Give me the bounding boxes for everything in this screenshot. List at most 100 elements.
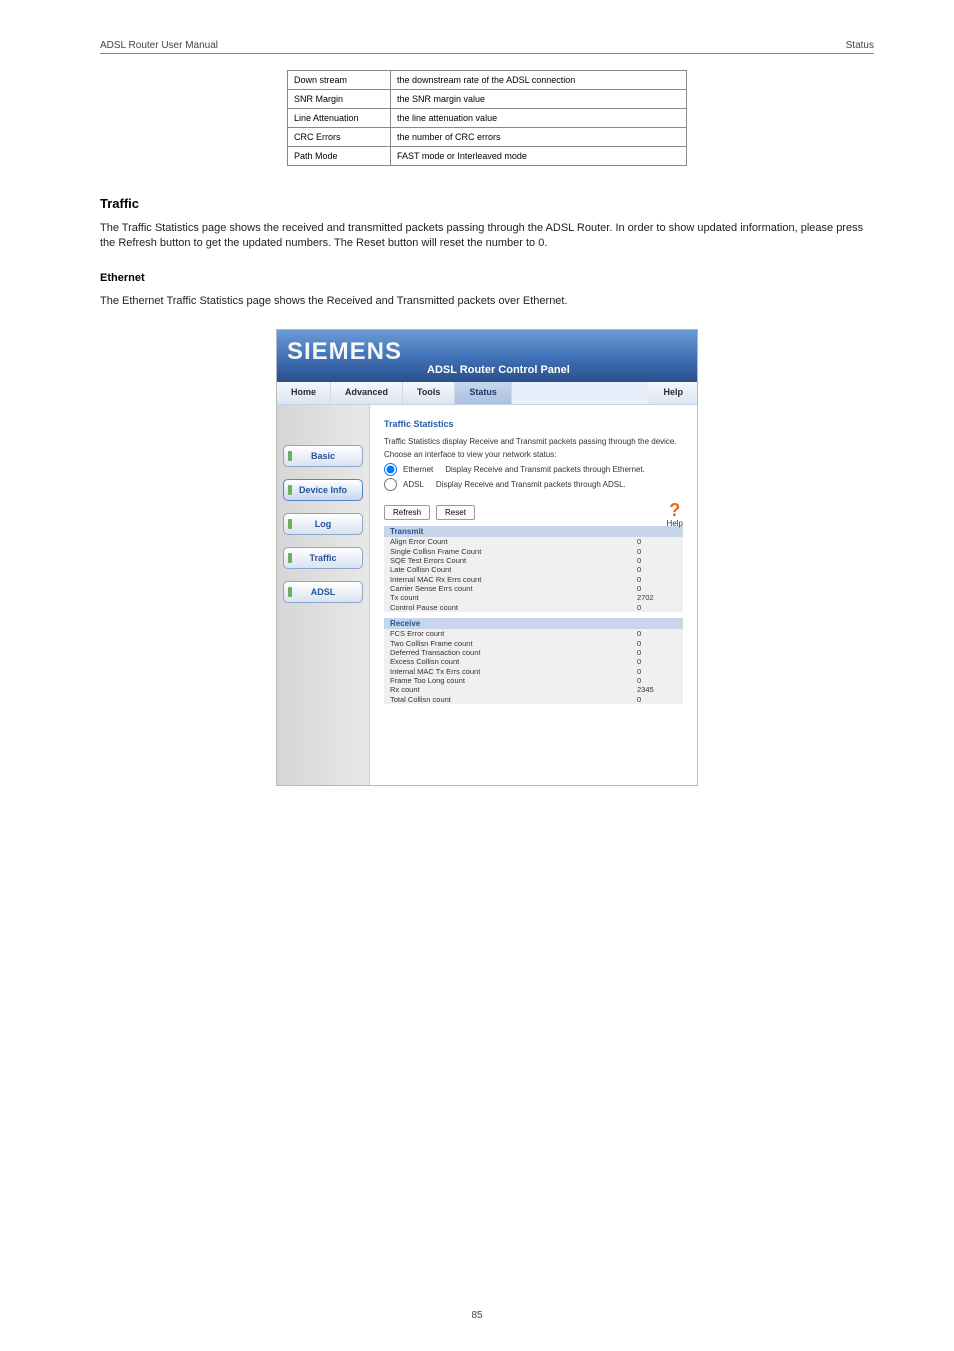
- receive-table: FCS Error count0Two Collisn Frame count0…: [384, 629, 683, 704]
- traffic-intro-text: The Traffic Statistics page shows the re…: [100, 221, 874, 252]
- nav-tools[interactable]: Tools: [403, 382, 455, 404]
- param-desc: the number of CRC errors: [391, 128, 687, 147]
- help-icon-label: Help: [667, 519, 683, 528]
- traffic-heading: Traffic: [100, 196, 874, 211]
- transmit-table: Align Error Count0Single Collisn Frame C…: [384, 537, 683, 612]
- receive-row: Two Collisn Frame count0: [384, 639, 683, 648]
- stat-value: 0: [631, 657, 683, 666]
- sidebar-log-label: Log: [315, 519, 332, 529]
- stat-label: FCS Error count: [384, 629, 631, 638]
- header-rule: [100, 53, 874, 54]
- stat-value: 0: [631, 648, 683, 657]
- transmit-header: Transmit: [384, 526, 683, 537]
- param-desc: the SNR margin value: [391, 90, 687, 109]
- stat-label: Control Pause count: [384, 603, 631, 612]
- sidebar-traffic[interactable]: Traffic: [283, 547, 363, 569]
- table-row: CRC Errorsthe number of CRC errors: [288, 128, 687, 147]
- stat-value: 0: [631, 547, 683, 556]
- stat-label: Excess Collisn count: [384, 657, 631, 666]
- stat-value: 0: [631, 556, 683, 565]
- router-main: Traffic Statistics Traffic Statistics di…: [369, 405, 697, 785]
- transmit-row: Carrier Sense Errs count0: [384, 584, 683, 593]
- transmit-row: Tx count2702: [384, 593, 683, 602]
- stat-label: Carrier Sense Errs count: [384, 584, 631, 593]
- page-number: 85: [0, 1310, 954, 1321]
- transmit-row: Single Collisn Frame Count0: [384, 547, 683, 556]
- table-row: Path ModeFAST mode or Interleaved mode: [288, 147, 687, 166]
- param-desc: the downstream rate of the ADSL connecti…: [391, 71, 687, 90]
- transmit-row: Late Collisn Count0: [384, 565, 683, 574]
- stat-value: 0: [631, 603, 683, 612]
- stat-value: 0: [631, 537, 683, 546]
- stat-label: Total Collisn count: [384, 695, 631, 704]
- receive-row: Excess Collisn count0: [384, 657, 683, 666]
- nav-help[interactable]: Help: [649, 382, 697, 404]
- table-row: Line Attenuationthe line attenuation val…: [288, 109, 687, 128]
- sidebar-basic[interactable]: Basic: [283, 445, 363, 467]
- nav-status[interactable]: Status: [455, 382, 512, 404]
- transmit-row: SQE Test Errors Count0: [384, 556, 683, 565]
- adsl-radio-label: ADSL: [403, 480, 424, 489]
- top-nav: Home Advanced Tools Status Help: [277, 382, 697, 405]
- content-title: Traffic Statistics: [384, 419, 683, 429]
- param-name: Path Mode: [288, 147, 391, 166]
- param-name: SNR Margin: [288, 90, 391, 109]
- ethernet-radio[interactable]: [384, 463, 397, 476]
- stat-label: Two Collisn Frame count: [384, 639, 631, 648]
- stat-label: Deferred Transaction count: [384, 648, 631, 657]
- sidebar-basic-label: Basic: [311, 451, 335, 461]
- ethernet-intro-text: The Ethernet Traffic Statistics page sho…: [100, 294, 874, 309]
- help-icon[interactable]: ? Help: [667, 501, 683, 528]
- receive-header: Receive: [384, 618, 683, 629]
- stat-value: 2345: [631, 685, 683, 694]
- param-name: CRC Errors: [288, 128, 391, 147]
- transmit-row: Control Pause count0: [384, 603, 683, 612]
- sidebar-adsl-label: ADSL: [311, 587, 336, 597]
- adsl-radio-desc: Display Receive and Transmit packets thr…: [436, 480, 626, 489]
- stat-value: 0: [631, 575, 683, 584]
- table-row: Down streamthe downstream rate of the AD…: [288, 71, 687, 90]
- nav-home[interactable]: Home: [277, 382, 331, 404]
- nav-advanced[interactable]: Advanced: [331, 382, 403, 404]
- stat-value: 2702: [631, 593, 683, 602]
- router-screenshot: SIEMENS ADSL Router Control Panel Home A…: [276, 329, 698, 786]
- receive-row: Deferred Transaction count0: [384, 648, 683, 657]
- ethernet-heading: Ethernet: [100, 272, 874, 284]
- sidebar: Basic Device Info Log Traffic ADSL: [277, 405, 369, 785]
- param-desc: FAST mode or Interleaved mode: [391, 147, 687, 166]
- stat-label: Internal MAC Rx Errs count: [384, 575, 631, 584]
- doc-title-left: ADSL Router User Manual: [100, 40, 218, 51]
- sidebar-device-label: Device Info: [299, 485, 347, 495]
- receive-row: Total Collisn count0: [384, 695, 683, 704]
- stat-label: Frame Too Long count: [384, 676, 631, 685]
- stat-label: SQE Test Errors Count: [384, 556, 631, 565]
- sidebar-device-info[interactable]: Device Info: [283, 479, 363, 501]
- transmit-row: Align Error Count0: [384, 537, 683, 546]
- sidebar-log[interactable]: Log: [283, 513, 363, 535]
- reset-button[interactable]: Reset: [436, 505, 475, 520]
- stat-value: 0: [631, 667, 683, 676]
- stat-value: 0: [631, 565, 683, 574]
- param-name: Line Attenuation: [288, 109, 391, 128]
- sidebar-adsl[interactable]: ADSL: [283, 581, 363, 603]
- param-name: Down stream: [288, 71, 391, 90]
- table-row: SNR Marginthe SNR margin value: [288, 90, 687, 109]
- refresh-button[interactable]: Refresh: [384, 505, 430, 520]
- transmit-row: Internal MAC Rx Errs count0: [384, 575, 683, 584]
- content-description: Traffic Statistics display Receive and T…: [384, 437, 683, 446]
- doc-title-right: Status: [846, 40, 874, 51]
- receive-row: Internal MAC Tx Errs count0: [384, 667, 683, 676]
- choose-interface-label: Choose an interface to view your network…: [384, 450, 683, 459]
- stat-value: 0: [631, 639, 683, 648]
- sidebar-traffic-label: Traffic: [309, 553, 336, 563]
- adsl-radio[interactable]: [384, 478, 397, 491]
- param-desc: the line attenuation value: [391, 109, 687, 128]
- stat-label: Tx count: [384, 593, 631, 602]
- ethernet-radio-desc: Display Receive and Transmit packets thr…: [445, 465, 645, 474]
- stat-value: 0: [631, 676, 683, 685]
- stat-label: Align Error Count: [384, 537, 631, 546]
- stat-label: Rx count: [384, 685, 631, 694]
- receive-row: FCS Error count0: [384, 629, 683, 638]
- panel-title: ADSL Router Control Panel: [427, 364, 570, 376]
- receive-row: Rx count2345: [384, 685, 683, 694]
